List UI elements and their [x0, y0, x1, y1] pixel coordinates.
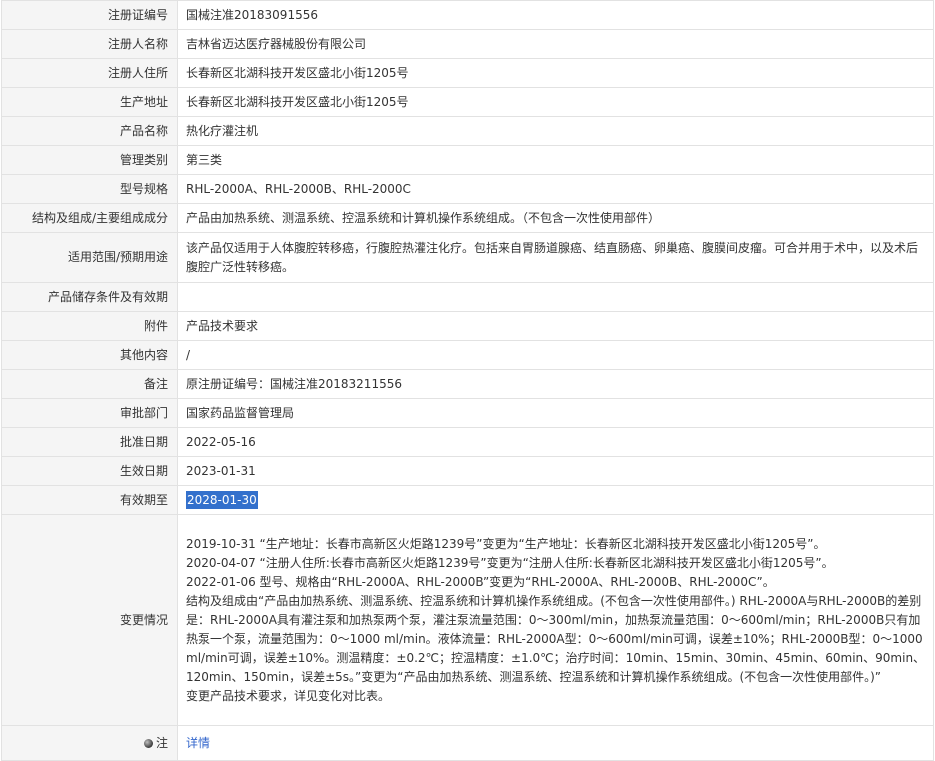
field-label: 变更情况 [1, 514, 178, 726]
change-entry: 2020-04-07 “注册人住所:长春市高新区火炬路1239号”变更为“注册人… [186, 555, 834, 570]
structure-composition-value: 产品由加热系统、测温系统、控温系统和计算机操作系统组成。（不包含一次性使用部件） [177, 203, 934, 233]
field-label: 管理类别 [1, 145, 178, 175]
row-intended-use: 适用范围/预期用途 该产品仅适用于人体腹腔转移癌，行腹腔热灌注化疗。包括来自胃肠… [1, 232, 934, 283]
field-label: 注册人住所 [1, 58, 178, 88]
note-label-cell: 注 [1, 725, 178, 761]
other-content-value: / [177, 340, 934, 370]
intended-use-value: 该产品仅适用于人体腹腔转移癌，行腹腔热灌注化疗。包括来自胃肠道腺癌、结直肠癌、卵… [177, 232, 934, 283]
effective-date-value: 2023-01-31 [177, 456, 934, 486]
row-change-history: 变更情况 2019-10-31 “生产地址：长春市高新区火炬路1239号”变更为… [1, 514, 934, 726]
field-label: 备注 [1, 369, 178, 399]
product-name-value: 热化疗灌注机 [177, 116, 934, 146]
field-label: 审批部门 [1, 398, 178, 428]
registration-detail-table: 注册证编号 国械注准20183091556 注册人名称 吉林省迈达医疗器械股份有… [1, 0, 934, 761]
remarks-value: 原注册证编号：国械注准20183211556 [177, 369, 934, 399]
note-label: 注 [155, 735, 168, 750]
approval-date-value: 2022-05-16 [177, 427, 934, 457]
storage-conditions-value [177, 282, 934, 312]
change-history-value: 2019-10-31 “生产地址：长春市高新区火炬路1239号”变更为“生产地址… [177, 514, 934, 726]
field-label: 附件 [1, 311, 178, 341]
registrant-name-value: 吉林省迈达医疗器械股份有限公司 [177, 29, 934, 59]
row-production-address: 生产地址 长春新区北湖科技开发区盛北小街1205号 [1, 87, 934, 117]
row-effective-date: 生效日期 2023-01-31 [1, 456, 934, 486]
row-approval-department: 审批部门 国家药品监督管理局 [1, 398, 934, 428]
row-registrant-address: 注册人住所 长春新区北湖科技开发区盛北小街1205号 [1, 58, 934, 88]
approval-department-value: 国家药品监督管理局 [177, 398, 934, 428]
row-management-category: 管理类别 第三类 [1, 145, 934, 175]
change-entry: 2019-10-31 “生产地址：长春市高新区火炬路1239号”变更为“生产地址… [186, 536, 826, 551]
field-label: 产品储存条件及有效期 [1, 282, 178, 312]
production-address-value: 长春新区北湖科技开发区盛北小街1205号 [177, 87, 934, 117]
row-remarks: 备注 原注册证编号：国械注准20183211556 [1, 369, 934, 399]
field-label: 适用范围/预期用途 [1, 232, 178, 283]
row-product-name: 产品名称 热化疗灌注机 [1, 116, 934, 146]
management-category-value: 第三类 [177, 145, 934, 175]
details-link[interactable]: 详情 [186, 736, 210, 750]
field-label: 结构及组成/主要组成成分 [1, 203, 178, 233]
change-entry: 2022-01-06 型号、规格由“RHL-2000A、RHL-2000B”变更… [186, 574, 775, 589]
row-model-spec: 型号规格 RHL-2000A、RHL-2000B、RHL-2000C [1, 174, 934, 204]
bulb-icon [143, 738, 153, 748]
row-attachment: 附件 产品技术要求 [1, 311, 934, 341]
row-note: 注 详情 [1, 725, 934, 761]
field-label: 有效期至 [1, 485, 178, 515]
field-label: 注册证编号 [1, 0, 178, 30]
field-label: 产品名称 [1, 116, 178, 146]
row-registrant-name: 注册人名称 吉林省迈达医疗器械股份有限公司 [1, 29, 934, 59]
field-label: 其他内容 [1, 340, 178, 370]
row-storage-conditions: 产品储存条件及有效期 [1, 282, 934, 312]
note-value: 详情 [177, 725, 934, 761]
registration-number-value: 国械注准20183091556 [177, 0, 934, 30]
attachment-value: 产品技术要求 [177, 311, 934, 341]
change-entry: 变更产品技术要求，详见变化对比表。 [186, 688, 391, 703]
field-label: 批准日期 [1, 427, 178, 457]
valid-until-cell: 2028-01-30 [177, 485, 934, 515]
change-entry: 结构及组成由“产品由加热系统、测温系统、控温系统和计算机操作系统组成。(不包含一… [186, 593, 926, 684]
field-label: 注册人名称 [1, 29, 178, 59]
row-registration-number: 注册证编号 国械注准20183091556 [1, 0, 934, 30]
valid-until-value-selected[interactable]: 2028-01-30 [186, 490, 258, 509]
field-label: 生效日期 [1, 456, 178, 486]
field-label: 型号规格 [1, 174, 178, 204]
row-approval-date: 批准日期 2022-05-16 [1, 427, 934, 457]
model-spec-value: RHL-2000A、RHL-2000B、RHL-2000C [177, 174, 934, 204]
registrant-address-value: 长春新区北湖科技开发区盛北小街1205号 [177, 58, 934, 88]
row-other-content: 其他内容 / [1, 340, 934, 370]
row-valid-until: 有效期至 2028-01-30 [1, 485, 934, 515]
field-label: 生产地址 [1, 87, 178, 117]
row-structure-composition: 结构及组成/主要组成成分 产品由加热系统、测温系统、控温系统和计算机操作系统组成… [1, 203, 934, 233]
